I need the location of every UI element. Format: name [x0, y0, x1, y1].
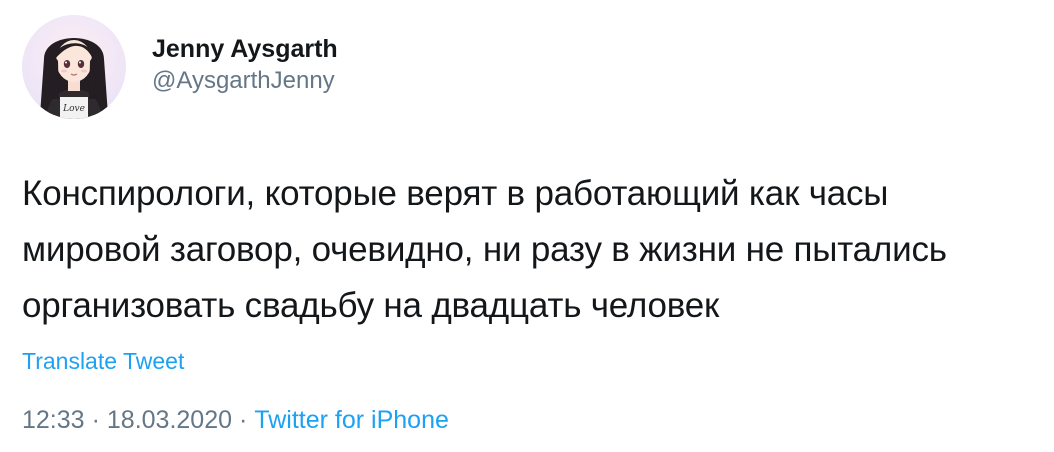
tweet-date: 18.03.2020 [106, 406, 233, 434]
tweet-time: 12:33 [22, 406, 85, 434]
avatar[interactable]: Love [22, 15, 126, 119]
tweet-text: Конспирологи, которые верят в работающий… [22, 174, 947, 325]
meta-separator: · [239, 406, 248, 434]
tweet-card: Love Jenny Aysgarth @AysgarthJenny Консп… [0, 0, 1054, 452]
tweet-source-link[interactable]: Twitter for iPhone [254, 406, 449, 434]
author-handle[interactable]: @AysgarthJenny [152, 65, 338, 97]
avatar-shirt-text: Love [62, 104, 85, 114]
tweet-meta: 12:33 · 18.03.2020 · Twitter for iPhone [22, 404, 449, 436]
author-names: Jenny Aysgarth @AysgarthJenny [152, 33, 338, 97]
tweet-header: Love Jenny Aysgarth @AysgarthJenny [22, 12, 338, 122]
translate-tweet-link[interactable]: Translate Tweet [22, 346, 184, 376]
meta-separator: · [91, 406, 100, 434]
author-display-name[interactable]: Jenny Aysgarth [152, 33, 338, 65]
anime-girl-avatar-icon: Love [22, 15, 126, 119]
